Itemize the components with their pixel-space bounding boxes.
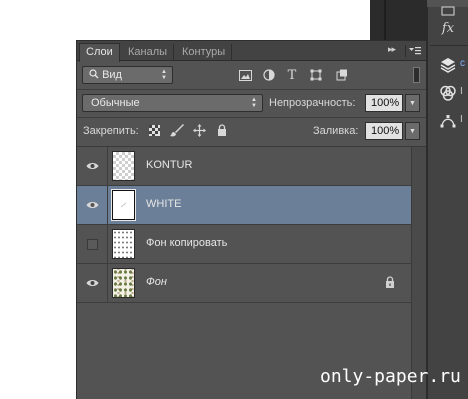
- watermark-text: only-paper.ru: [320, 366, 461, 387]
- paths-icon: [440, 115, 456, 128]
- layers-panel: Слои Каналы Контуры ▸▸ Вид ▲ ▼ T Обычные…: [76, 40, 427, 399]
- fill-label: Заливка:: [313, 125, 359, 137]
- visibility-toggle[interactable]: [77, 225, 108, 263]
- dock-label-layers: c: [460, 58, 465, 69]
- dock-label-paths: I: [460, 114, 463, 125]
- visibility-toggle[interactable]: [77, 186, 108, 224]
- layer-thumbnail: [111, 189, 136, 221]
- dock-divider: [430, 45, 468, 46]
- lock-image-pixels-button[interactable]: [170, 124, 184, 140]
- blend-mode-value: Обычные: [91, 97, 140, 109]
- panel-icon: [441, 6, 455, 16]
- layer-name: KONTUR: [146, 159, 193, 171]
- channels-icon: [440, 85, 456, 101]
- layer-name: WHITE: [146, 198, 182, 210]
- chevron-down-icon: ▼: [409, 99, 416, 107]
- tab-layers[interactable]: Слои: [79, 43, 120, 62]
- fx-icon: fx: [441, 20, 455, 36]
- chevron-down-icon: ▼: [409, 127, 416, 135]
- channels-dock-button[interactable]: [436, 82, 460, 104]
- separator: [77, 89, 426, 90]
- eye-icon: [86, 202, 98, 208]
- blend-mode-dropdown[interactable]: Обычные ▲ ▼: [82, 94, 263, 112]
- layer-row-fon-copy[interactable]: Фон копировать: [77, 225, 411, 264]
- visibility-toggle[interactable]: [77, 264, 108, 302]
- search-icon: [89, 69, 99, 79]
- hidden-visibility-box: [86, 238, 98, 250]
- tab-divider: [405, 45, 406, 57]
- checkerboard-icon: [149, 125, 160, 136]
- fill-dropdown-button[interactable]: ▼: [405, 122, 420, 140]
- layers-scrollbar[interactable]: [411, 147, 426, 399]
- styles-button[interactable]: fx: [436, 17, 460, 39]
- type-icon: T: [287, 67, 297, 83]
- opacity-label: Непрозрачность:: [269, 97, 356, 109]
- visibility-toggle[interactable]: [77, 147, 108, 185]
- filter-type-button[interactable]: T: [284, 67, 300, 83]
- separator: [77, 117, 426, 118]
- panel-tabbar: Слои Каналы Контуры ▸▸: [77, 41, 426, 62]
- move-icon: [193, 124, 206, 137]
- lock-label: Закрепить:: [83, 125, 139, 137]
- filter-smart-object-button[interactable]: [334, 67, 350, 83]
- layer-row-kontur[interactable]: KONTUR: [77, 147, 411, 186]
- lock-transparent-button[interactable]: [149, 125, 160, 139]
- lock-icon: [218, 124, 226, 136]
- thumbnail-mark: [120, 202, 127, 208]
- opacity-dropdown-button[interactable]: ▼: [405, 94, 420, 112]
- layer-row-white[interactable]: WHITE: [77, 186, 411, 225]
- layers-icon: [440, 58, 456, 73]
- brush-icon: [170, 124, 184, 137]
- smart-object-icon: [336, 69, 347, 81]
- filter-shape-button[interactable]: [308, 67, 324, 83]
- panel-menu-button[interactable]: [409, 46, 421, 59]
- filter-toggle-switch[interactable]: [413, 67, 420, 83]
- filter-adjustment-button[interactable]: [261, 67, 277, 83]
- eye-icon: [86, 163, 98, 169]
- shape-icon: [310, 69, 322, 81]
- tab-channels[interactable]: Каналы: [122, 44, 175, 61]
- layers-dock-button[interactable]: [436, 54, 460, 76]
- filter-pixel-button[interactable]: [237, 67, 253, 83]
- lock-all-button[interactable]: [217, 124, 227, 139]
- layer-name: Фон: [146, 276, 167, 288]
- layer-name: Фон копировать: [146, 237, 228, 249]
- fill-input[interactable]: 100%: [365, 122, 403, 140]
- lock-position-button[interactable]: [193, 124, 206, 140]
- layer-lock-icon: [385, 276, 395, 291]
- eye-icon: [86, 280, 98, 286]
- layers-list: KONTUR WHITE Фон копировать Фон: [77, 147, 411, 399]
- paths-dock-button[interactable]: [436, 110, 460, 132]
- opacity-input[interactable]: 100%: [365, 94, 403, 112]
- layer-row-fon[interactable]: Фон: [77, 264, 411, 303]
- chevron-updown-icon: ▲ ▼: [161, 69, 167, 81]
- menu-icon: [409, 47, 421, 55]
- filter-kind-dropdown[interactable]: Вид ▲ ▼: [82, 66, 173, 84]
- dock-label-channels: I: [460, 86, 463, 97]
- chevron-updown-icon: ▲ ▼: [251, 97, 257, 109]
- filter-kind-value: Вид: [102, 69, 122, 81]
- collapse-icon[interactable]: ▸▸: [388, 44, 396, 55]
- image-icon: [238, 69, 252, 81]
- layer-thumbnail: [112, 268, 135, 298]
- adjustment-icon: [263, 69, 275, 81]
- tab-paths[interactable]: Контуры: [176, 44, 233, 61]
- layer-thumbnail: [112, 229, 135, 259]
- layer-thumbnail: [112, 151, 135, 181]
